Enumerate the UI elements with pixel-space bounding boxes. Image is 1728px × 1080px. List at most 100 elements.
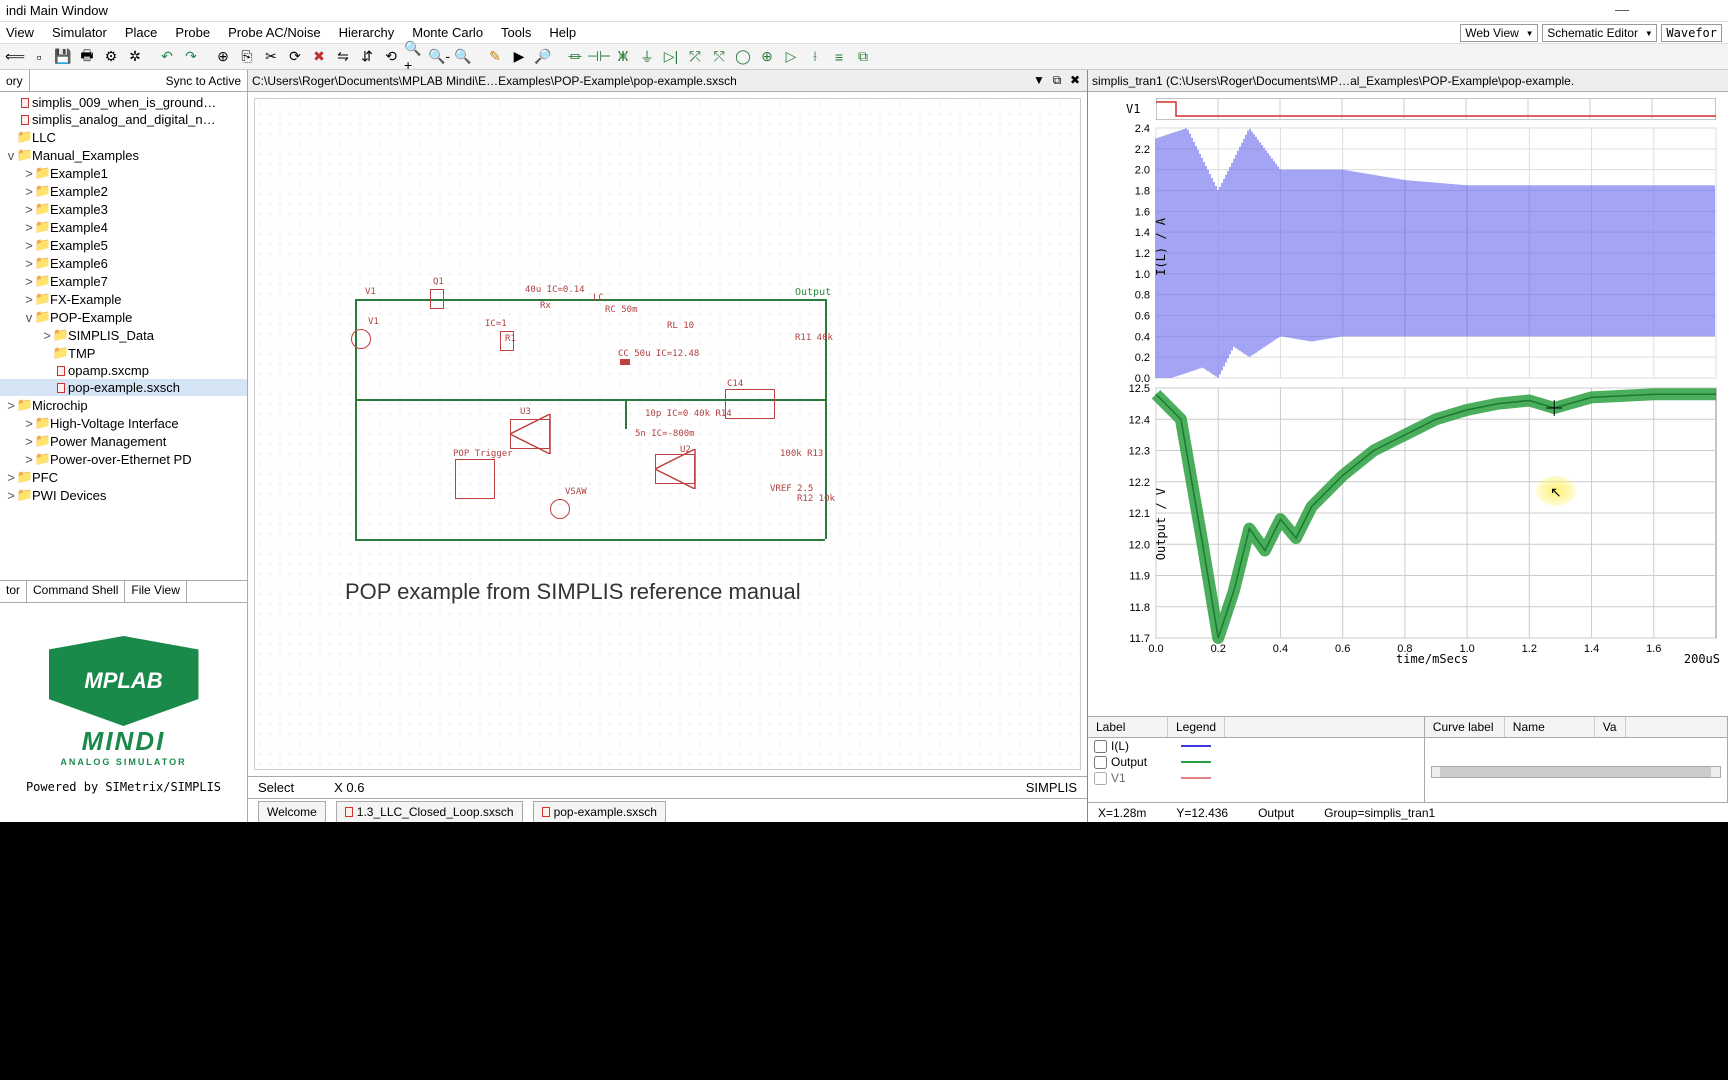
undo-icon[interactable]: ↶ <box>156 46 178 68</box>
menu-place[interactable]: Place <box>125 25 158 40</box>
pnp-icon[interactable]: ⤲ <box>708 46 730 68</box>
schematic-editor-combo[interactable]: Schematic Editor ▾ <box>1542 24 1657 42</box>
search-icon[interactable]: 🔎 <box>532 46 554 68</box>
legend-row[interactable]: I(L) <box>1088 738 1424 754</box>
zoom-fit-icon[interactable]: 🔍 <box>452 46 474 68</box>
tree-item[interactable]: >📁 Example2 <box>0 182 247 200</box>
curve-scrollbar[interactable] <box>1431 766 1721 778</box>
print-icon[interactable]: 🖶 <box>76 46 98 68</box>
menu-probe[interactable]: Probe <box>175 25 210 40</box>
legend-row[interactable]: V1 <box>1088 770 1424 786</box>
mirror-icon[interactable]: ⇋ <box>332 46 354 68</box>
menu-probe-ac-noise[interactable]: Probe AC/Noise <box>228 25 321 40</box>
npn-icon[interactable]: ⤱ <box>684 46 706 68</box>
minimize-button[interactable]: — <box>1602 1 1642 21</box>
ground-icon[interactable]: ⏚ <box>636 46 658 68</box>
tree-item[interactable]: >📁 Example1 <box>0 164 247 182</box>
sidebar-tab-file-view[interactable]: File View <box>125 581 186 602</box>
tree-item[interactable]: >📁 Example5 <box>0 236 247 254</box>
schematic-pin-icon[interactable]: ⧉ <box>1049 73 1065 88</box>
menu-tools[interactable]: Tools <box>501 25 531 40</box>
vsource-icon[interactable]: ⊕ <box>756 46 778 68</box>
tab-pop-example[interactable]: pop-example.sxsch <box>533 801 666 822</box>
inductor-icon[interactable]: ⵥ <box>612 46 634 68</box>
tree-item[interactable]: >📁 PFC <box>0 468 247 486</box>
tree-item-label: pop-example.sxsch <box>68 380 180 395</box>
tree-item[interactable]: v📁 Manual_Examples <box>0 146 247 164</box>
tree-item[interactable]: >📁 Power-over-Ethernet PD <box>0 450 247 468</box>
diode-icon[interactable]: ▷| <box>660 46 682 68</box>
output-plot[interactable]: 11.711.811.912.012.112.212.312.412.50.00… <box>1156 388 1716 638</box>
refresh-icon[interactable]: ⟳ <box>284 46 306 68</box>
zoom-in-icon[interactable]: 🔍+ <box>404 46 426 68</box>
back-icon[interactable]: ⟸ <box>4 46 26 68</box>
tree-item[interactable]: >📁 PWI Devices <box>0 486 247 504</box>
redo-icon[interactable]: ↷ <box>180 46 202 68</box>
menu-monte-carlo[interactable]: Monte Carlo <box>412 25 483 40</box>
legend-checkbox[interactable] <box>1094 740 1107 753</box>
v1-plot[interactable] <box>1156 98 1716 120</box>
legend-checkbox[interactable] <box>1094 772 1107 785</box>
xfmr-icon[interactable]: ⧉ <box>852 46 874 68</box>
menu-view[interactable]: View <box>6 25 34 40</box>
tab-llc-closed-loop[interactable]: 1.3_LLC_Closed_Loop.sxsch <box>336 801 523 822</box>
il-plot[interactable]: 0.00.20.40.60.81.01.21.41.61.82.02.22.4 <box>1156 128 1716 378</box>
menu-hierarchy[interactable]: Hierarchy <box>339 25 395 40</box>
sync-to-active-button[interactable]: Sync to Active <box>30 70 247 91</box>
waveform-combo[interactable]: Wavefor <box>1661 24 1722 42</box>
tree-item[interactable]: >📁 Example7 <box>0 272 247 290</box>
add-icon[interactable]: ⊕ <box>212 46 234 68</box>
legend-row[interactable]: Output <box>1088 754 1424 770</box>
folder-icon: 📁 <box>18 397 32 413</box>
cut-icon[interactable]: ✂ <box>260 46 282 68</box>
flip-icon[interactable]: ⇵ <box>356 46 378 68</box>
sidebar-tab-navigator[interactable]: tor <box>0 581 27 602</box>
schematic-close-icon[interactable]: ✖ <box>1067 73 1083 88</box>
source-icon[interactable]: ◯ <box>732 46 754 68</box>
settings-icon[interactable]: ⚙ <box>100 46 122 68</box>
copy-icon[interactable]: ⎘ <box>236 46 258 68</box>
tree-item[interactable]: v📁 POP-Example <box>0 308 247 326</box>
tree-item[interactable]: simplis_009_when_is_ground… <box>0 94 247 111</box>
delete-icon[interactable]: ✖ <box>308 46 330 68</box>
svg-text:2.0: 2.0 <box>1135 165 1150 177</box>
menu-simulator[interactable]: Simulator <box>52 25 107 40</box>
tree-item[interactable]: 📁 LLC <box>0 128 247 146</box>
zoom-out-icon[interactable]: 🔍- <box>428 46 450 68</box>
schematic-canvas[interactable]: V1 V1 Q1 40u IC=0.14 Rx LC RC 50m RL 10 … <box>254 98 1081 770</box>
tree-item[interactable]: simplis_analog_and_digital_n… <box>0 111 247 128</box>
menu-help[interactable]: Help <box>549 25 576 40</box>
capacitor-icon[interactable]: ⊣⊢ <box>588 46 610 68</box>
web-view-combo[interactable]: Web View ▾ <box>1460 24 1538 42</box>
opamp-icon[interactable]: ▷ <box>780 46 802 68</box>
new-icon[interactable]: ▫ <box>28 46 50 68</box>
close-button[interactable] <box>1682 1 1722 21</box>
tree-item[interactable]: pop-example.sxsch <box>0 379 247 396</box>
tree-item[interactable]: >📁 Example6 <box>0 254 247 272</box>
netlist-icon[interactable]: ✲ <box>124 46 146 68</box>
save-icon[interactable]: 💾 <box>52 46 74 68</box>
sidebar-tab-command-shell[interactable]: Command Shell <box>27 581 125 602</box>
switch-icon[interactable]: ⟊ <box>804 46 826 68</box>
tree-item[interactable]: >📁 Example3 <box>0 200 247 218</box>
tree-item[interactable]: >📁 High-Voltage Interface <box>0 414 247 432</box>
rotate-icon[interactable]: ⟲ <box>380 46 402 68</box>
wire-icon[interactable]: ✎ <box>484 46 506 68</box>
tree-item[interactable]: >📁 Power Management <box>0 432 247 450</box>
tree-item[interactable]: >📁 SIMPLIS_Data <box>0 326 247 344</box>
svg-text:1.6: 1.6 <box>1646 643 1661 655</box>
resistor-icon[interactable]: ⏛ <box>564 46 586 68</box>
tree-item[interactable]: 📁 TMP <box>0 344 247 362</box>
run-icon[interactable]: ▶ <box>508 46 530 68</box>
sidebar-header-left[interactable]: ory <box>0 70 30 91</box>
tree-item[interactable]: >📁 Example4 <box>0 218 247 236</box>
tab-welcome[interactable]: Welcome <box>258 801 326 822</box>
tree-item[interactable]: opamp.sxcmp <box>0 362 247 379</box>
tree-item[interactable]: >📁 Microchip <box>0 396 247 414</box>
schematic-dropdown-icon[interactable]: ▼ <box>1031 73 1047 88</box>
file-tree[interactable]: simplis_009_when_is_ground… simplis_anal… <box>0 92 247 580</box>
tline-icon[interactable]: ≡ <box>828 46 850 68</box>
tree-item[interactable]: >📁 FX-Example <box>0 290 247 308</box>
legend-checkbox[interactable] <box>1094 756 1107 769</box>
maximize-button[interactable] <box>1642 1 1682 21</box>
